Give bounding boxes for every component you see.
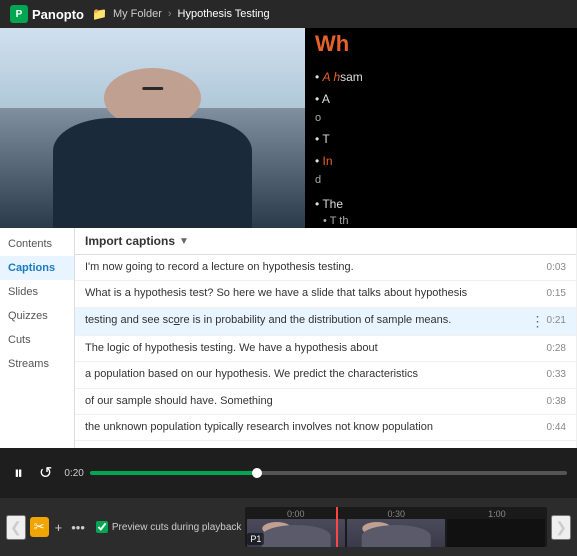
sidebar-item-quizzes[interactable]: Quizzes <box>0 304 74 328</box>
captions-header[interactable]: Import captions ▼ <box>75 228 576 255</box>
caption-time-3: 0:21 <box>547 313 566 326</box>
progress-fill <box>90 471 257 475</box>
sidebar-item-streams[interactable]: Streams <box>0 352 74 376</box>
timeline-label-60: 1:00 <box>488 509 506 519</box>
caption-item-8[interactable]: and we administer tutoring treatment. We… <box>75 441 576 448</box>
breadcrumb-folder[interactable]: My Folder <box>113 8 162 20</box>
timeline-label-0: 0:00 <box>287 509 305 519</box>
caption-item-1[interactable]: I'm now going to record a lecture on hyp… <box>75 255 576 281</box>
caption-time-5: 0:33 <box>547 367 566 380</box>
caption-text-4: The logic of hypothesis testing. We have… <box>85 341 547 356</box>
progress-area: 0:20 <box>64 468 567 479</box>
slide-title: Wh <box>315 27 363 60</box>
caption-text-7: the unknown population typically researc… <box>85 420 547 435</box>
preview-cuts-area: Preview cuts during playback <box>96 521 242 533</box>
sidebar-item-slides[interactable]: Slides <box>0 280 74 304</box>
app-name: Panopto <box>32 7 84 22</box>
sidebar-item-cuts[interactable]: Cuts <box>0 328 74 352</box>
sidebar-item-contents[interactable]: Contents <box>0 232 74 256</box>
breadcrumb-current: Hypothesis Testing <box>178 8 270 20</box>
caption-time-1: 0:03 <box>547 260 566 273</box>
timeline-playhead <box>336 507 338 547</box>
sidebar: Contents Captions Slides Quizzes Cuts St… <box>0 228 75 448</box>
top-bar: P Panopto 📁 My Folder › Hypothesis Testi… <box>0 0 577 28</box>
main-area: Wh • A hsam • Ao • T • Ind • The • T th <box>0 28 577 228</box>
caption-text-6: of our sample should have. Something <box>85 394 547 409</box>
scissors-tool-button[interactable]: ✂ <box>30 517 49 537</box>
caption-text-1: I'm now going to record a lecture on hyp… <box>85 260 547 275</box>
import-dropdown-icon[interactable]: ▼ <box>179 236 189 247</box>
slide-main-sub: • T th <box>315 213 363 230</box>
preview-cuts-label: Preview cuts during playback <box>112 522 242 533</box>
caption-time-2: 0:15 <box>547 286 566 299</box>
breadcrumb-separator: › <box>168 8 172 20</box>
rewind-button[interactable]: ↺ <box>35 461 56 485</box>
slide-bullet-1: • A hsam <box>315 68 363 86</box>
pause-button[interactable]: ⏸ <box>10 461 27 486</box>
caption-time-4: 0:28 <box>547 341 566 354</box>
timeline-bar: ❮ ✂ + ••• Preview cuts during playback 0… <box>0 498 577 556</box>
caption-time-7: 0:44 <box>547 420 566 433</box>
slide-content: Wh • A hsam • Ao • T • Ind • The • T th <box>315 27 363 230</box>
caption-time-6: 0:38 <box>547 394 566 407</box>
playback-bar: ⏸ ↺ 0:20 <box>0 448 577 498</box>
caption-item-3[interactable]: testing and see score is in probability … <box>75 308 576 336</box>
person-body <box>53 118 251 228</box>
slide-bullets: • A hsam • Ao • T • Ind <box>315 68 363 189</box>
import-captions-label: Import captions <box>85 234 175 248</box>
sidebar-item-captions[interactable]: Captions <box>0 256 74 280</box>
progress-bar[interactable] <box>90 471 567 475</box>
video-feed <box>0 28 305 228</box>
thumb-body-2 <box>362 525 431 547</box>
captions-panel[interactable]: Import captions ▼ I'm now going to recor… <box>75 228 577 448</box>
timeline-thumb-2 <box>347 519 445 547</box>
slide-bullet-4: • Ind <box>315 152 363 189</box>
slide-panel: Wh • A hsam • Ao • T • Ind • The • T th <box>305 28 577 228</box>
timeline-thumb-3 <box>447 519 545 547</box>
preview-cuts-checkbox[interactable] <box>96 521 108 533</box>
p1-label: P1 <box>247 533 264 545</box>
caption-text-2: What is a hypothesis test? So here we ha… <box>85 286 547 301</box>
caption-text-8: and we administer tutoring treatment. We… <box>85 446 547 448</box>
progress-knob <box>252 468 262 478</box>
caption-item-6[interactable]: of our sample should have. Something 0:3… <box>75 389 576 415</box>
caption-text-5: a population based on our hypothesis. We… <box>85 367 547 382</box>
panopto-logo-icon: P <box>10 5 28 23</box>
person-glasses <box>142 87 163 89</box>
timeline-label-30: 0:30 <box>388 509 406 519</box>
caption-time-8: 0:51 <box>547 446 566 448</box>
timeline-prev-button[interactable]: ❮ <box>6 515 26 540</box>
folder-icon: 📁 <box>92 7 107 21</box>
timeline-time-labels: 0:00 0:30 1:00 <box>245 509 547 519</box>
content-row: Contents Captions Slides Quizzes Cuts St… <box>0 228 577 448</box>
caption-item-4[interactable]: The logic of hypothesis testing. We have… <box>75 336 576 362</box>
current-time-label: 0:20 <box>64 468 83 479</box>
more-tools-button[interactable]: ••• <box>68 518 88 537</box>
playback-controls: ⏸ ↺ 0:20 <box>10 461 567 486</box>
app-logo[interactable]: P Panopto <box>10 5 84 23</box>
timeline-tools: ✂ + ••• <box>30 517 88 537</box>
caption-text-3: testing and see score is in probability … <box>85 313 529 328</box>
caption-item-5[interactable]: a population based on our hypothesis. We… <box>75 362 576 388</box>
video-panel <box>0 28 305 228</box>
add-tool-button[interactable]: + <box>52 518 66 537</box>
timeline-thumb-person-2 <box>347 519 445 547</box>
thumb-body-1 <box>262 525 331 547</box>
slide-main-bullet: • The • T th <box>315 195 363 230</box>
caption-context-menu-icon[interactable]: ⋮ <box>529 313 547 330</box>
caption-item-2[interactable]: What is a hypothesis test? So here we ha… <box>75 281 576 307</box>
caption-item-7[interactable]: the unknown population typically researc… <box>75 415 576 441</box>
breadcrumb: 📁 My Folder › Hypothesis Testing <box>92 7 270 21</box>
slide-bullet-3: • T <box>315 130 363 148</box>
timeline-next-button[interactable]: ❯ <box>551 515 571 540</box>
timeline-thumbnails <box>245 519 547 547</box>
slide-bullet-2: • Ao <box>315 90 363 127</box>
timeline-track[interactable]: 0:00 0:30 1:00 P1 <box>245 507 547 547</box>
